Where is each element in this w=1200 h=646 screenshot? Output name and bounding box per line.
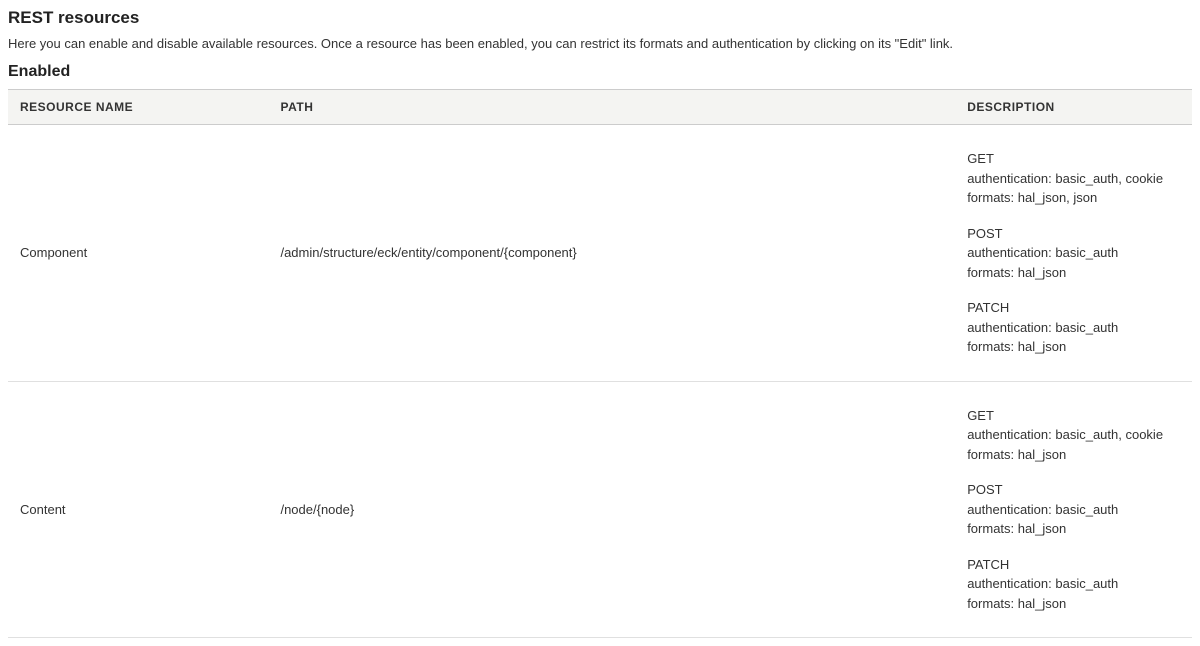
method-block: POSTauthentication: basic_authformats: h… bbox=[967, 480, 1180, 539]
method-formats: formats: hal_json, json bbox=[967, 188, 1180, 208]
page-title: REST resources bbox=[8, 8, 1192, 28]
method-auth: authentication: basic_auth bbox=[967, 574, 1180, 594]
resource-path: /node/{node} bbox=[268, 381, 955, 638]
method-formats: formats: hal_json bbox=[967, 445, 1180, 465]
resource-path: /admin/structure/eck/entity/component/{c… bbox=[268, 125, 955, 382]
intro-text: Here you can enable and disable availabl… bbox=[8, 36, 1192, 51]
resource-description: GETauthentication: basic_auth, cookiefor… bbox=[955, 125, 1192, 382]
method-verb: POST bbox=[967, 224, 1180, 244]
method-block: GETauthentication: basic_auth, cookiefor… bbox=[967, 149, 1180, 208]
col-header-name: RESOURCE NAME bbox=[8, 90, 268, 125]
method-block: PATCHauthentication: basic_authformats: … bbox=[967, 298, 1180, 357]
col-header-path: PATH bbox=[268, 90, 955, 125]
method-formats: formats: hal_json bbox=[967, 594, 1180, 614]
method-formats: formats: hal_json bbox=[967, 263, 1180, 283]
table-row: Component/admin/structure/eck/entity/com… bbox=[8, 125, 1192, 382]
resource-name: Content bbox=[8, 381, 268, 638]
resource-description: GETauthentication: basic_auth, cookiefor… bbox=[955, 381, 1192, 638]
method-auth: authentication: basic_auth bbox=[967, 500, 1180, 520]
method-verb: POST bbox=[967, 480, 1180, 500]
table-row: Content/node/{node}GETauthentication: ba… bbox=[8, 381, 1192, 638]
method-formats: formats: hal_json bbox=[967, 519, 1180, 539]
method-verb: PATCH bbox=[967, 555, 1180, 575]
method-verb: PATCH bbox=[967, 298, 1180, 318]
method-verb: GET bbox=[967, 149, 1180, 169]
method-auth: authentication: basic_auth bbox=[967, 318, 1180, 338]
method-auth: authentication: basic_auth, cookie bbox=[967, 425, 1180, 445]
resources-table: RESOURCE NAME PATH DESCRIPTION Component… bbox=[8, 89, 1192, 638]
method-block: GETauthentication: basic_auth, cookiefor… bbox=[967, 406, 1180, 465]
resource-name: Component bbox=[8, 125, 268, 382]
method-auth: authentication: basic_auth, cookie bbox=[967, 169, 1180, 189]
section-title-enabled: Enabled bbox=[8, 63, 1192, 81]
method-block: PATCHauthentication: basic_authformats: … bbox=[967, 555, 1180, 614]
method-block: POSTauthentication: basic_authformats: h… bbox=[967, 224, 1180, 283]
method-auth: authentication: basic_auth bbox=[967, 243, 1180, 263]
col-header-description: DESCRIPTION bbox=[955, 90, 1192, 125]
method-verb: GET bbox=[967, 406, 1180, 426]
method-formats: formats: hal_json bbox=[967, 337, 1180, 357]
